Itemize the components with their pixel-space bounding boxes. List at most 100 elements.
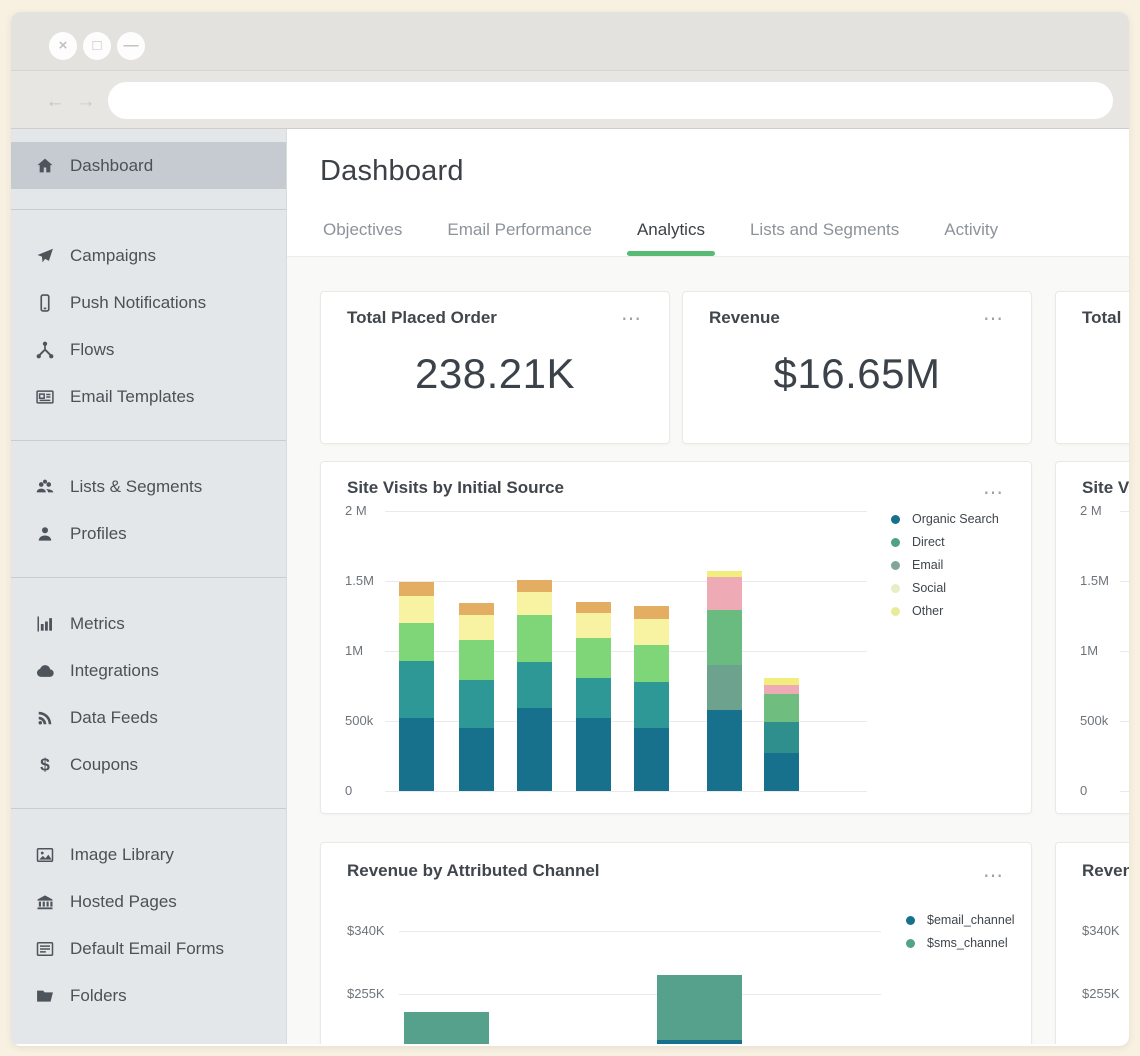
sidebar-item-label: Lists & Segments	[70, 477, 202, 497]
chart-title: Site Visits by Initial Source	[347, 478, 564, 498]
back-icon[interactable]: ←	[43, 91, 67, 113]
ellipsis-menu-icon[interactable]: ⋯	[983, 306, 1005, 331]
page-title: Dashboard	[320, 155, 464, 188]
stacked-bar	[707, 571, 742, 791]
sidebar-item-image-library[interactable]: Image Library	[11, 831, 286, 878]
bar-segment-organic-search	[459, 728, 494, 791]
bar-segment-direct	[576, 678, 611, 719]
y-axis-tick-label: 500k	[345, 713, 373, 728]
folder-icon	[35, 986, 57, 1006]
bar-segment-email	[634, 645, 669, 681]
sidebar-item-default-email-forms[interactable]: Default Email Forms	[11, 925, 286, 972]
legend-label: $sms_channel	[927, 936, 1008, 950]
tab-objectives[interactable]: Objectives	[323, 220, 402, 256]
minimize-icon[interactable]: —	[117, 32, 145, 60]
stacked-bar	[399, 582, 434, 791]
stat-card-title: Total Placed Order	[347, 308, 497, 328]
sidebar-item-label: Integrations	[70, 661, 159, 681]
legend-label: Social	[912, 581, 946, 595]
tab-email-performance[interactable]: Email Performance	[447, 220, 592, 256]
stat-value: 238.21K	[321, 350, 669, 398]
bar-segment-social	[764, 685, 799, 695]
sidebar-item-label: Folders	[70, 986, 127, 1006]
gridline	[1120, 511, 1129, 512]
sidebar-item-label: Coupons	[70, 755, 138, 775]
bar-segment-direct	[459, 680, 494, 728]
tab-lists-and-segments[interactable]: Lists and Segments	[750, 220, 899, 256]
revenue-bar	[404, 1012, 489, 1044]
close-icon[interactable]: ×	[49, 32, 77, 60]
sidebar-item-label: Hosted Pages	[70, 892, 177, 912]
sidebar-item-flows[interactable]: Flows	[11, 326, 286, 373]
chart-title: Site Visits by Initial Source	[1082, 478, 1129, 498]
sidebar-item-push-notifications[interactable]: Push Notifications	[11, 279, 286, 326]
sidebar-item-label: Data Feeds	[70, 708, 158, 728]
bar-segment-organic-search	[634, 728, 669, 791]
legend-dot	[891, 561, 900, 570]
legend-item-sms-channel[interactable]: $sms_channel	[906, 936, 1015, 950]
sidebar-item-label: Metrics	[70, 614, 125, 634]
browser-window: × □ — ← → Dashboard CampaignsPush Notific…	[11, 12, 1129, 1046]
gridline	[1120, 721, 1129, 722]
sidebar-item-integrations[interactable]: Integrations	[11, 647, 286, 694]
ellipsis-menu-icon[interactable]: ⋯	[983, 863, 1005, 888]
y-axis-tick-label: 0	[1080, 783, 1087, 798]
sidebar-item-data-feeds[interactable]: Data Feeds	[11, 694, 286, 741]
tab-activity[interactable]: Activity	[944, 220, 998, 256]
tab-analytics[interactable]: Analytics	[637, 220, 705, 256]
y-axis-tick-label: 1M	[345, 643, 363, 658]
bar-segment-email	[764, 694, 799, 722]
legend-item-organic-search[interactable]: Organic Search	[891, 512, 999, 526]
bar-segment-social	[707, 577, 742, 611]
sidebar-item-dashboard[interactable]: Dashboard	[11, 142, 286, 189]
sidebar-item-coupons[interactable]: $ Coupons	[11, 741, 286, 788]
form-icon	[35, 939, 57, 959]
sidebar-item-campaigns[interactable]: Campaigns	[11, 232, 286, 279]
sidebar-item-lists-segments[interactable]: Lists & Segments	[11, 463, 286, 510]
stacked-bar	[517, 580, 552, 791]
bar-segment-other	[517, 580, 552, 593]
bar-segment-organic-search	[707, 710, 742, 791]
bar-segment-social	[517, 592, 552, 614]
sidebar-item-profiles[interactable]: Profiles	[11, 510, 286, 557]
bank-icon	[35, 892, 57, 912]
forward-icon[interactable]: →	[74, 91, 98, 113]
y-axis-tick-label: 500k	[1080, 713, 1108, 728]
bar-segment-other	[576, 602, 611, 613]
bar-segment-other	[459, 603, 494, 614]
sidebar-item-hosted-pages[interactable]: Hosted Pages	[11, 878, 286, 925]
site-visits-plot	[385, 511, 867, 791]
stacked-bar	[634, 606, 669, 791]
mobile-icon	[35, 293, 57, 313]
sidebar-item-metrics[interactable]: Metrics	[11, 600, 286, 647]
ellipsis-menu-icon[interactable]: ⋯	[983, 480, 1005, 505]
bar-segment-social	[576, 613, 611, 638]
users-icon	[35, 477, 57, 497]
revenue-bar-email-strip	[657, 1040, 742, 1044]
svg-text:$: $	[40, 755, 50, 774]
sidebar-item-label: Image Library	[70, 845, 174, 865]
gridline	[399, 931, 881, 932]
ellipsis-menu-icon[interactable]: ⋯	[621, 306, 643, 331]
legend-item-email-channel[interactable]: $email_channel	[906, 913, 1015, 927]
maximize-icon[interactable]: □	[83, 32, 111, 60]
legend-dot	[891, 515, 900, 524]
user-icon	[35, 524, 57, 544]
app-body: Dashboard CampaignsPush NotificationsFlow…	[11, 129, 1129, 1044]
y-axis-tick-label: 1.5M	[345, 573, 374, 588]
sidebar-item-folders[interactable]: Folders	[11, 972, 286, 1019]
legend-item-social[interactable]: Social	[891, 581, 999, 595]
url-bar[interactable]	[108, 82, 1113, 119]
gridline	[1120, 791, 1129, 792]
legend-item-direct[interactable]: Direct	[891, 535, 999, 549]
bar-segment-social	[634, 619, 669, 646]
legend-item-other[interactable]: Other	[891, 604, 999, 618]
gridline	[385, 791, 867, 792]
newspaper-icon	[35, 387, 57, 407]
bar-segment-email	[399, 623, 434, 661]
sidebar-nav: Dashboard CampaignsPush NotificationsFlow…	[11, 129, 287, 1044]
chart-legend: $email_channel $sms_channel	[906, 913, 1015, 959]
legend-item-email[interactable]: Email	[891, 558, 999, 572]
sidebar-item-email-templates[interactable]: Email Templates	[11, 373, 286, 420]
window-titlebar: × □ —	[11, 12, 1129, 71]
